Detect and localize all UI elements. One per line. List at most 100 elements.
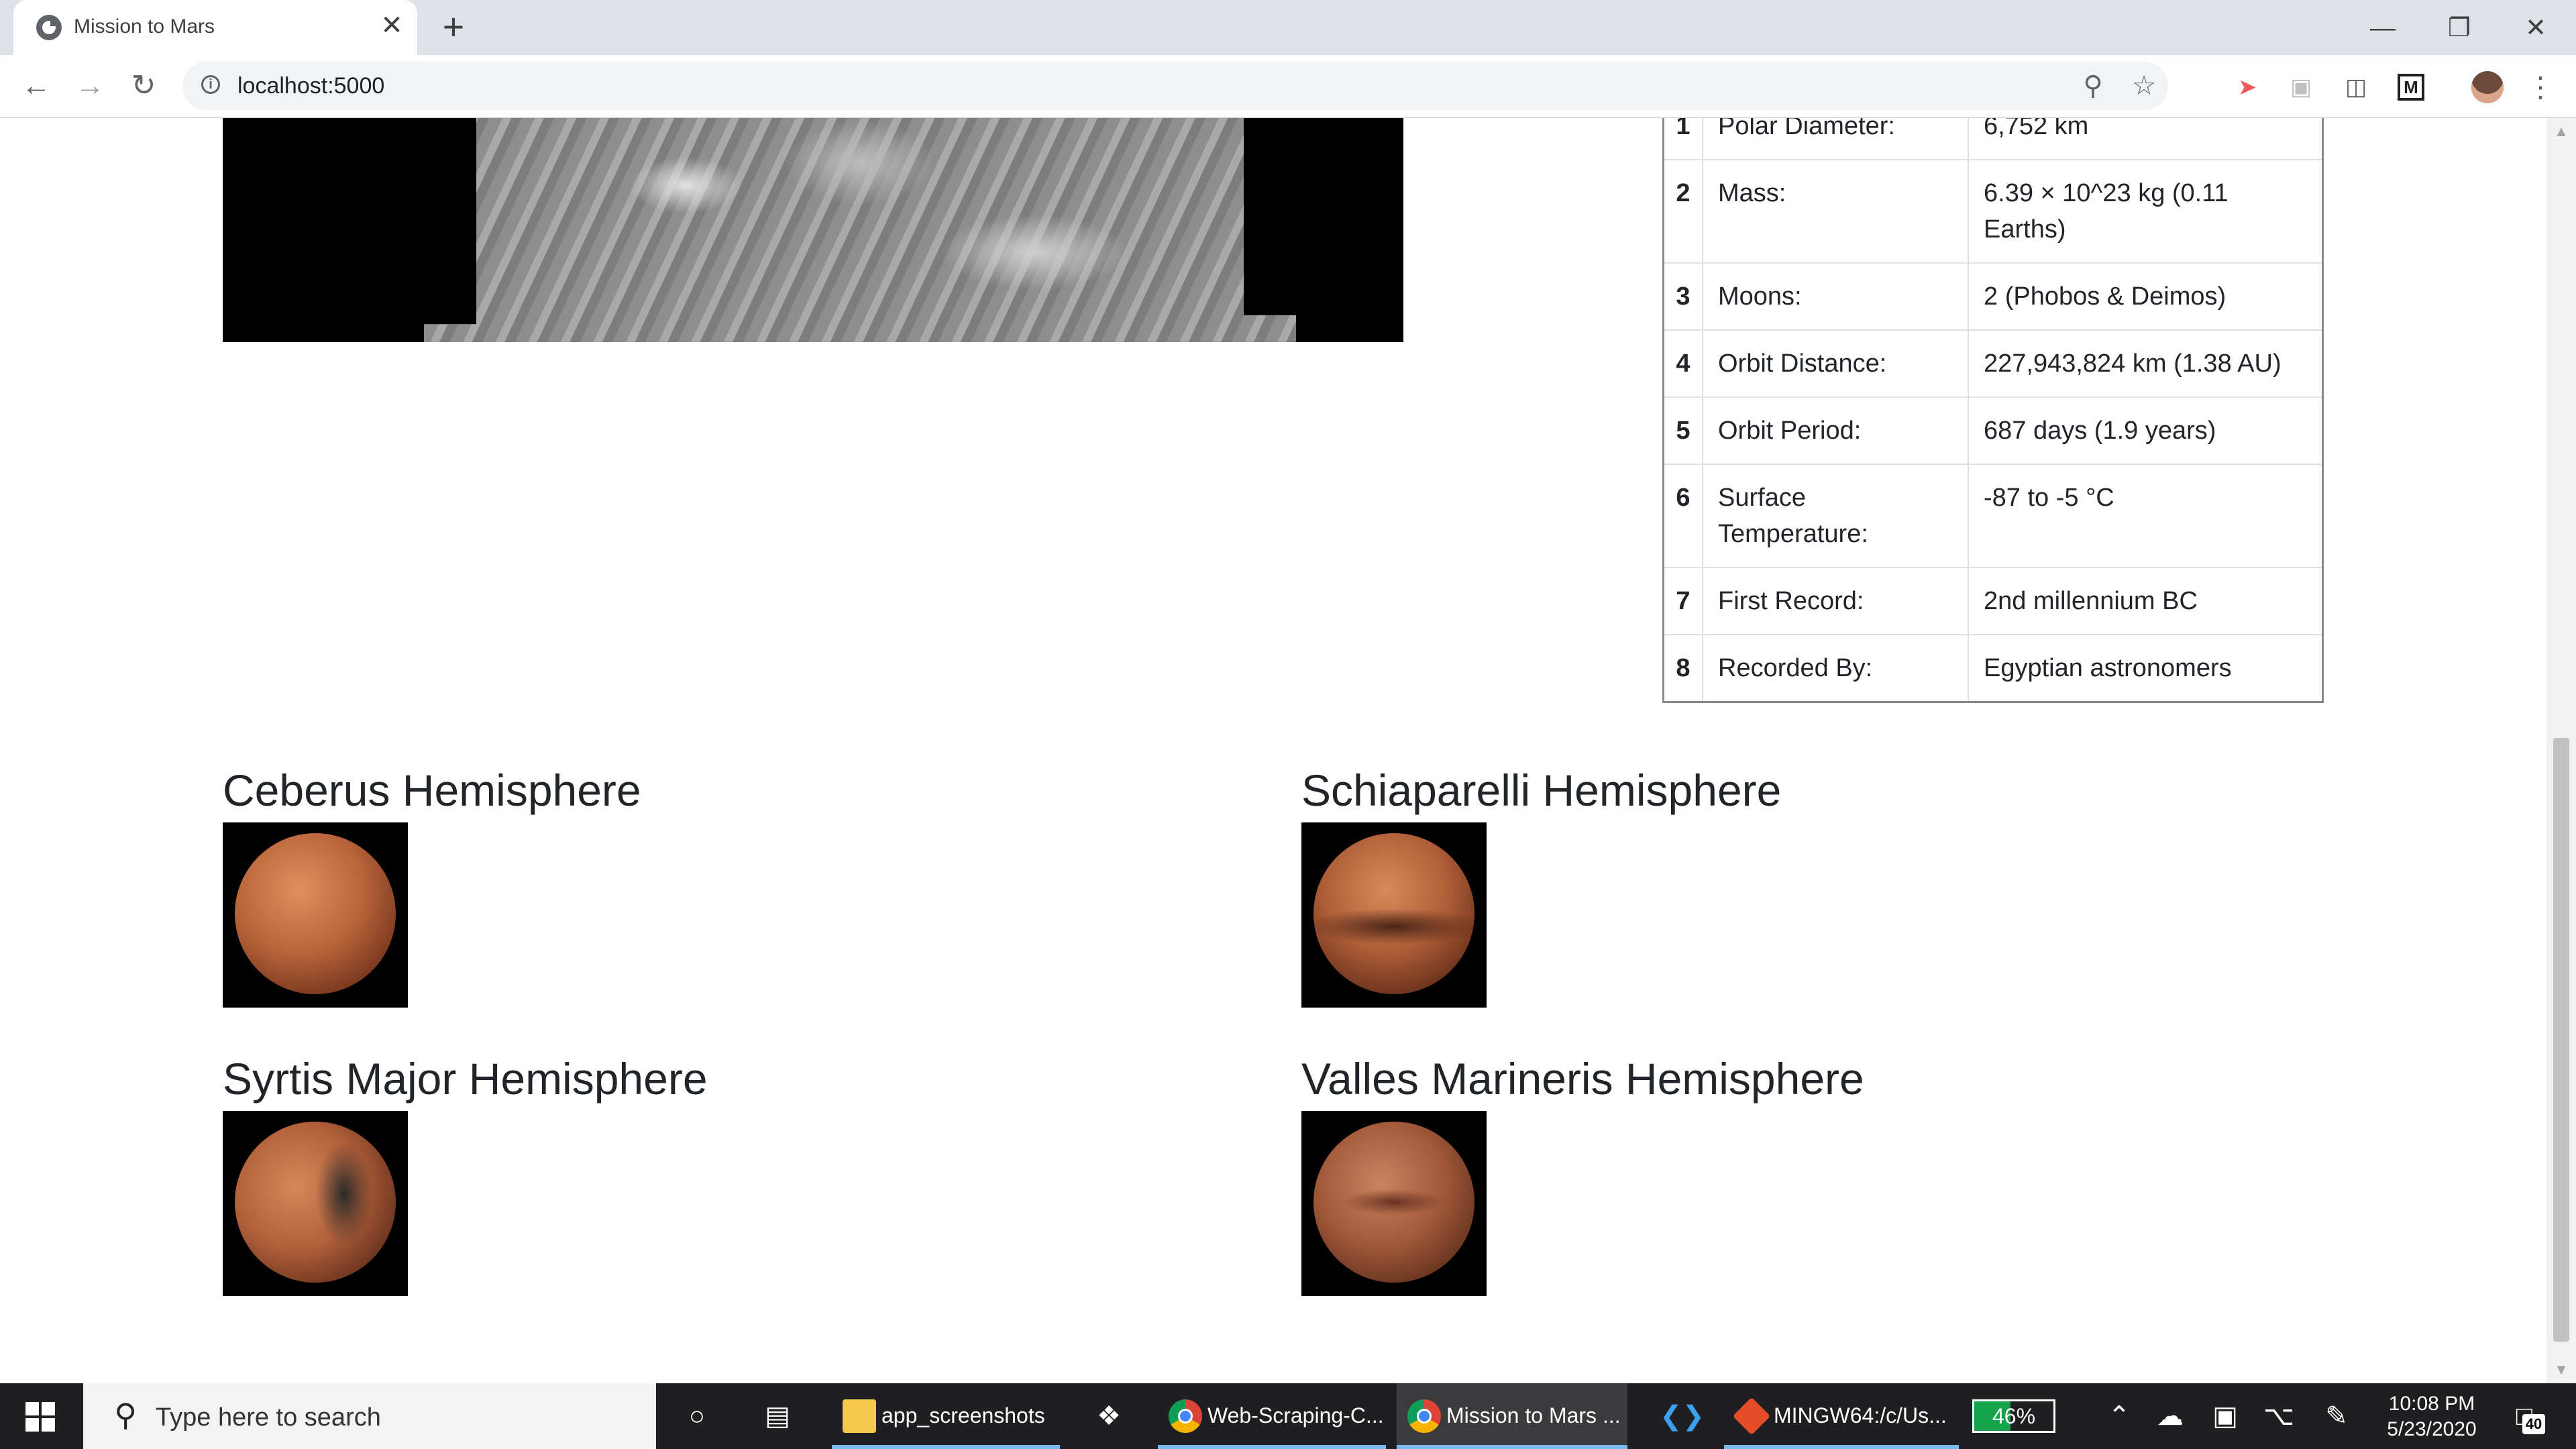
scroll-down-icon[interactable]: ▼ [2546,1356,2576,1383]
taskbar-app-git-bash[interactable]: MINGW64:/c/Us... [1724,1383,1959,1449]
search-icon: ⚲ [114,1397,137,1432]
facts-row: 3 Moons: 2 (Phobos & Deimos) [1662,262,2324,331]
featured-image[interactable] [223,118,1403,342]
git-bash-icon [1732,1397,1771,1436]
mars-globe-image [235,833,396,994]
battery-percent: 46% [1992,1404,2036,1428]
fact-number: 4 [1662,329,1703,398]
cortana-icon[interactable]: ○ [679,1398,715,1434]
menu-icon[interactable]: ⋮ [2526,70,2555,105]
address-bar[interactable]: i localhost:5000 ⚲ ☆ [182,62,2168,110]
browser-toolbar: ← → ↻ i localhost:5000 ⚲ ☆ ➤ ▣ ◫ M ⋮ [0,55,2576,118]
fact-label: Polar Diameter: [1702,118,1969,160]
chrome-icon [1407,1399,1441,1433]
forward-icon[interactable]: → [71,67,109,105]
active-indicator [1158,1445,1386,1449]
system-clock[interactable]: 10:08 PM 5/23/2020 [2375,1391,2489,1442]
fact-number: 1 [1662,118,1703,160]
taskbar-app-chrome-2[interactable]: Mission to Mars ... [1397,1383,1627,1449]
mars-globe-image [235,1122,396,1283]
facts-row: 6 Surface Temperature: -87 to -5 °C [1662,464,2324,568]
facts-row: 7 First Record: 2nd millennium BC [1662,567,2324,635]
hemisphere-image[interactable] [1301,1111,1487,1296]
fact-label: Orbit Distance: [1702,329,1969,398]
medium-icon[interactable]: M [2398,74,2424,101]
tab-title: Mission to Mars [74,15,215,38]
fact-value: 687 days (1.9 years) [1968,396,2324,465]
hemisphere-title: Ceberus Hemisphere [223,765,641,815]
chevron-up-icon[interactable]: ⌃ [2101,1398,2137,1434]
hemisphere-card: Schiaparelli Hemisphere [1301,765,1782,1008]
facts-row: 4 Orbit Distance: 227,943,824 km (1.38 AU) [1662,329,2324,398]
facts-row: 2 Mass: 6.39 × 10^23 kg (0.11 Earths) [1662,159,2324,264]
page-viewport: 1 Polar Diameter: 6,752 km 2 Mass: 6.39 × 10^… [0,118,2576,1383]
fact-value: 6,752 km [1968,118,2324,160]
facts-row: 1 Polar Diameter: 6,752 km [1662,118,2324,160]
restore-icon[interactable]: ❐ [2439,8,2479,48]
taskbar-app-label: Mission to Mars ... [1446,1403,1621,1428]
fact-label: Mass: [1702,159,1969,264]
scroll-thumb[interactable] [2553,738,2569,1342]
taskbar-search-box[interactable]: ⚲ Type here to search [83,1383,656,1449]
minimize-icon[interactable]: — [2363,8,2403,48]
fact-number: 2 [1662,159,1703,264]
tab-strip: Mission to Mars ✕ + — ❐ ✕ [0,0,2576,55]
taskbar-app-explorer[interactable]: app_screenshots [832,1383,1060,1449]
fact-number: 5 [1662,396,1703,465]
avatar[interactable] [2471,71,2504,103]
scroll-up-icon[interactable]: ▲ [2546,118,2576,145]
slack-icon[interactable]: ❖ [1091,1398,1127,1434]
fact-value: 6.39 × 10^23 kg (0.11 Earths) [1968,159,2324,264]
hemisphere-image[interactable] [223,822,408,1008]
zoom-icon[interactable]: ⚲ [2077,70,2109,102]
url-text[interactable]: localhost:5000 [237,73,384,99]
new-tab-button[interactable]: + [435,8,472,47]
back-icon[interactable]: ← [17,67,55,105]
fact-value: -87 to -5 °C [1968,464,2324,568]
fact-value: 2 (Phobos & Deimos) [1968,262,2324,331]
onedrive-icon[interactable]: ☁ [2152,1398,2188,1434]
mars-terrain-image [424,118,1296,342]
close-window-icon[interactable]: ✕ [2516,8,2556,48]
hemisphere-card: Syrtis Major Hemisphere [223,1053,708,1296]
fact-number: 3 [1662,262,1703,331]
tab-mission-to-mars[interactable]: Mission to Mars ✕ [13,0,417,55]
extension-icon[interactable]: ➤ [2234,74,2261,101]
pocket-icon[interactable]: ▣ [2288,74,2314,101]
fact-label: Moons: [1702,262,1969,331]
fact-label: First Record: [1702,567,1969,635]
star-icon[interactable]: ☆ [2128,70,2160,102]
notification-icon[interactable]: □ 40 [2506,1399,2545,1434]
hemisphere-card: Ceberus Hemisphere [223,765,641,1008]
hemisphere-title: Schiaparelli Hemisphere [1301,765,1782,815]
mars-globe-image [1313,833,1474,994]
fact-value: Egyptian astronomers [1968,634,2324,703]
task-view-icon[interactable]: ▤ [759,1398,796,1434]
security-icon[interactable]: ▣ [2207,1398,2243,1434]
screenshot-icon[interactable]: ◫ [2343,74,2369,101]
reload-icon[interactable]: ↻ [125,67,162,105]
windows-start-icon[interactable] [25,1402,55,1432]
battery-indicator[interactable]: 46% [1972,1399,2055,1433]
pen-icon[interactable]: ✎ [2318,1398,2355,1434]
taskbar-app-label: MINGW64:/c/Us... [1774,1403,1947,1428]
close-tab-icon[interactable]: ✕ [377,11,407,40]
hemisphere-image[interactable] [223,1111,408,1296]
vertical-scrollbar[interactable]: ▲ ▼ [2546,118,2576,1383]
taskbar-app-chrome-1[interactable]: Web-Scraping-C... [1158,1383,1386,1449]
fact-value: 227,943,824 km (1.38 AU) [1968,329,2324,398]
mars-globe-image [1313,1122,1474,1283]
hemisphere-image[interactable] [1301,822,1487,1008]
wifi-icon[interactable]: ⌥ [2261,1398,2297,1434]
active-indicator [1397,1445,1627,1449]
fact-label: Recorded By: [1702,634,1969,703]
chrome-icon [1169,1399,1202,1433]
active-indicator [1724,1445,1959,1449]
taskbar-app-label: app_screenshots [881,1403,1045,1428]
fact-number: 7 [1662,567,1703,635]
fact-label: Surface Temperature: [1702,464,1969,568]
folder-icon [843,1399,876,1433]
info-icon[interactable]: i [201,75,220,94]
facts-row: 5 Orbit Period: 687 days (1.9 years) [1662,396,2324,465]
vscode-icon[interactable]: ❮❯ [1660,1398,1705,1434]
